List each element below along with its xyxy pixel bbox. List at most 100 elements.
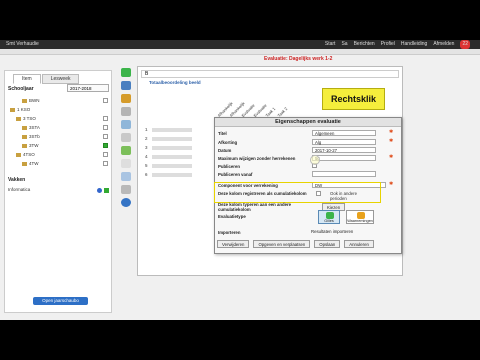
menu-handleiding[interactable]: Handleiding bbox=[401, 40, 427, 49]
tree-checkbox[interactable] bbox=[103, 161, 108, 166]
table-icon[interactable] bbox=[121, 120, 131, 129]
tree-checkbox[interactable] bbox=[103, 134, 108, 139]
table-row[interactable]: 3 bbox=[145, 143, 210, 152]
calculator-icon[interactable] bbox=[121, 133, 131, 142]
student-name bbox=[151, 154, 192, 159]
app-title: Smt Verhaudie bbox=[6, 41, 39, 47]
maximum-field[interactable]: 50 bbox=[312, 155, 376, 161]
dialog-buttons: Verwijderen Opgeven en verplaatsen Opsla… bbox=[217, 240, 374, 248]
menu-sa[interactable]: Sa bbox=[341, 40, 347, 49]
tree-item[interactable]: 3TW bbox=[8, 141, 110, 150]
tree-item[interactable]: 4TW bbox=[8, 159, 110, 168]
cumulatie-note: Ook in andere perioden bbox=[330, 191, 357, 201]
folder-icon bbox=[16, 116, 21, 121]
student-name bbox=[151, 145, 192, 150]
table-row[interactable]: 1 bbox=[145, 125, 210, 134]
tree-item[interactable]: 3 TSO bbox=[8, 114, 110, 123]
titel-field[interactable]: Algemeen bbox=[312, 130, 376, 136]
tree-item[interactable]: 4TSO bbox=[8, 150, 110, 159]
schooljaar-label: Schooljaar bbox=[8, 86, 34, 92]
folder-icon bbox=[22, 143, 27, 148]
annotation-callout: Rechtsklik bbox=[322, 88, 385, 110]
menu-start[interactable]: Start bbox=[325, 40, 336, 49]
tree-item-label: 4TW bbox=[29, 161, 39, 166]
row-number: 1 bbox=[145, 127, 148, 132]
evaluation-title[interactable]: Evaluatie: Dagelijks werk 1-2 bbox=[264, 56, 332, 62]
tree-item[interactable]: 1 KSO bbox=[8, 105, 110, 114]
required-icon: ✱ bbox=[389, 154, 394, 160]
vak-checkbox[interactable] bbox=[104, 188, 109, 193]
add-icon[interactable] bbox=[121, 68, 131, 77]
tree-checkbox[interactable] bbox=[103, 116, 108, 121]
chart-icon[interactable] bbox=[121, 146, 131, 155]
type-waarnemingen-button[interactable]: Waarnemingen bbox=[346, 210, 374, 224]
save-button[interactable]: Opslaan bbox=[314, 240, 341, 248]
top-menu-bar: Smt Verhaudie Start Sa Berichten Profiel… bbox=[0, 40, 480, 49]
cancel-button[interactable]: Annuleren bbox=[344, 240, 374, 248]
student-name bbox=[151, 172, 192, 177]
row-number: 2 bbox=[145, 136, 148, 141]
help-icon[interactable] bbox=[121, 198, 131, 207]
schooljaar-select[interactable]: 2017-2018 bbox=[67, 84, 109, 92]
mouse-cursor bbox=[310, 155, 320, 165]
tree-item[interactable]: 3STb bbox=[8, 132, 110, 141]
vak-item[interactable]: Informatica bbox=[8, 187, 110, 197]
type-gilles-button[interactable]: Gilles bbox=[318, 210, 340, 224]
student-name bbox=[151, 163, 192, 168]
total-link[interactable]: Totaalbeoordeling beeld bbox=[149, 80, 201, 85]
open-button[interactable]: Open jaarschaubo bbox=[33, 297, 88, 305]
tree-checkbox[interactable] bbox=[103, 98, 108, 103]
column-headers: Afhankelijk Afhankelijk Evaluatie Evalua… bbox=[216, 90, 330, 118]
sub-toolbar bbox=[0, 49, 480, 55]
importeren-label: Importeren bbox=[218, 230, 241, 235]
users-icon[interactable] bbox=[121, 81, 131, 90]
tree-checkbox[interactable] bbox=[103, 143, 108, 148]
move-button[interactable]: Opgeven en verplaatsen bbox=[253, 240, 311, 248]
folder-icon bbox=[22, 134, 27, 139]
table-row[interactable]: 5 bbox=[145, 161, 210, 170]
afkorting-field[interactable]: Alg bbox=[312, 139, 376, 145]
tree-checkbox[interactable] bbox=[103, 152, 108, 157]
vak-item-label: Informatica bbox=[8, 187, 31, 192]
cumulatie-checkbox[interactable] bbox=[316, 191, 321, 196]
typeren-label: Deze kolom typeren aan een andere cumula… bbox=[218, 202, 292, 212]
tree-item-label: 4TSO bbox=[23, 152, 35, 157]
info-icon[interactable] bbox=[97, 188, 102, 193]
tree-checkbox[interactable] bbox=[103, 125, 108, 130]
tree-item[interactable]: BWN bbox=[8, 96, 110, 105]
publiceren-label: Publiceren bbox=[218, 164, 240, 169]
tree-item-label: 3TW bbox=[29, 143, 39, 148]
document-icon[interactable] bbox=[121, 159, 131, 168]
table-row[interactable]: 2 bbox=[145, 134, 210, 143]
publiceren-vanaf-field[interactable] bbox=[312, 171, 376, 177]
table-row[interactable]: 6 bbox=[145, 170, 210, 179]
tree-item[interactable]: 3STA bbox=[8, 123, 110, 132]
tag-icon[interactable] bbox=[121, 94, 131, 103]
tree-item-label: 3STb bbox=[29, 134, 40, 139]
student-name bbox=[151, 136, 192, 141]
folder-icon bbox=[22, 125, 27, 130]
edit-icon[interactable] bbox=[121, 107, 131, 116]
datum-field[interactable]: 2017-10-27 bbox=[312, 147, 376, 153]
tree-item-label: 3 TSO bbox=[23, 116, 36, 121]
cumulatie-label: Deze kolom registreren als cumulatiekolo… bbox=[218, 191, 307, 196]
menu-profiel[interactable]: Profiel bbox=[381, 40, 395, 49]
tree-item-label: BWN bbox=[29, 98, 40, 103]
notification-badge[interactable]: 22 bbox=[460, 40, 470, 49]
search-input[interactable]: B bbox=[141, 70, 399, 78]
type-label: Gilles bbox=[324, 219, 334, 223]
publiceren-vanaf-label: Publiceren vanaf bbox=[218, 172, 253, 177]
table-row[interactable]: 4 bbox=[145, 152, 210, 161]
folder-icon bbox=[22, 98, 27, 103]
resultaten-importeren-link[interactable]: Resultaten importeren bbox=[311, 229, 353, 234]
menu-afmelden[interactable]: Afmelden bbox=[433, 40, 454, 49]
shield-icon bbox=[357, 212, 365, 219]
menu-berichten[interactable]: Berichten bbox=[354, 40, 375, 49]
tree-item-label: 1 KSO bbox=[17, 107, 31, 112]
delete-button[interactable]: Verwijderen bbox=[217, 240, 250, 248]
afkorting-label: Afkorting bbox=[218, 140, 238, 145]
grid-icon[interactable] bbox=[121, 185, 131, 194]
export-icon[interactable] bbox=[121, 172, 131, 181]
tab-item[interactable]: Item bbox=[13, 74, 41, 84]
tab-lesweek[interactable]: Lesweek bbox=[41, 74, 80, 84]
